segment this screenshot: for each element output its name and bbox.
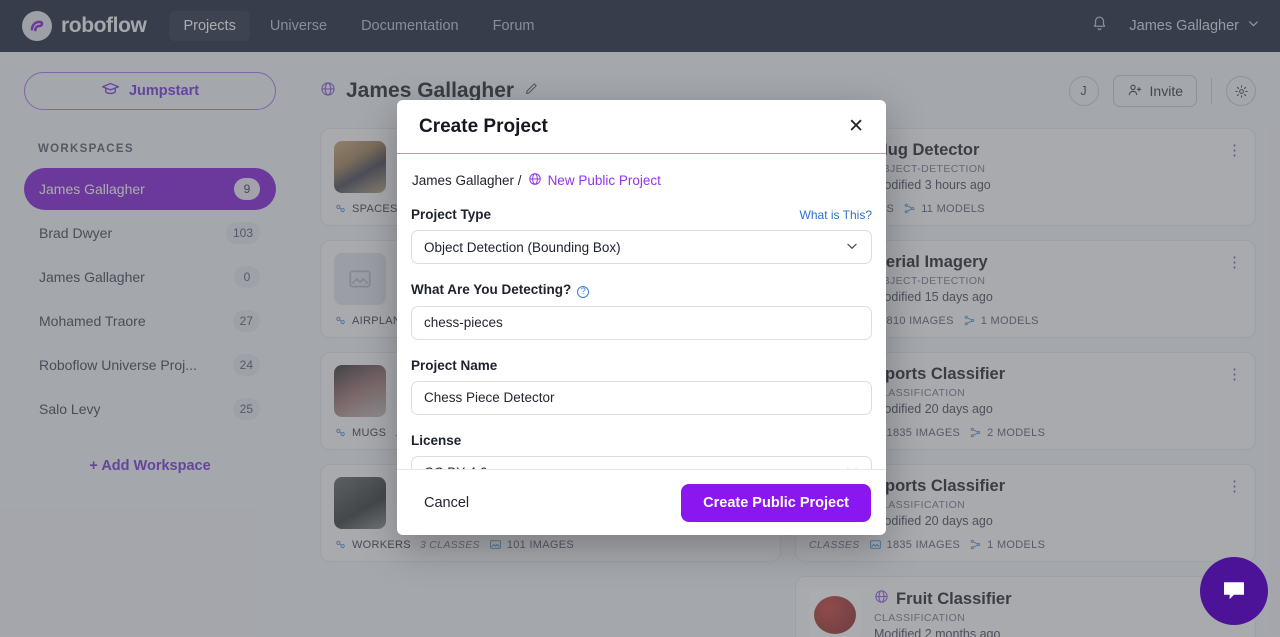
detecting-label-row: What Are You Detecting? ?	[411, 282, 872, 298]
question-circle-icon[interactable]: ?	[577, 285, 590, 298]
modal-footer: Cancel Create Public Project	[397, 469, 886, 535]
license-label: License	[411, 432, 462, 448]
breadcrumb-new-public-project[interactable]: New Public Project	[548, 173, 661, 188]
modal-title: Create Project	[419, 115, 548, 137]
project-type-label: Project Type	[411, 207, 492, 222]
project-type-select[interactable]: Object Detection (Bounding Box)	[411, 230, 872, 264]
detecting-input[interactable]	[411, 305, 872, 340]
close-icon[interactable]: ✕	[848, 117, 864, 136]
modal-body: James Gallagher / New Public Project Pro…	[397, 154, 886, 469]
project-name-label: Project Name	[411, 357, 498, 373]
project-name-input[interactable]	[411, 380, 872, 415]
detecting-label: What Are You Detecting?	[411, 282, 572, 297]
cancel-button[interactable]: Cancel	[412, 487, 481, 519]
breadcrumb-owner: James Gallagher /	[412, 173, 522, 188]
breadcrumb: James Gallagher / New Public Project	[411, 172, 872, 189]
license-select[interactable]: CC BY 4.0	[411, 455, 872, 469]
project-type-value: Object Detection (Bounding Box)	[424, 239, 621, 255]
project-name-label-row: Project Name	[411, 358, 872, 373]
app-root: roboflow Projects Universe Documentation…	[0, 0, 1280, 637]
globe-icon	[528, 172, 542, 189]
modal-header: Create Project ✕	[397, 100, 886, 154]
create-project-modal: Create Project ✕ James Gallagher / New P…	[397, 100, 886, 535]
chevron-down-icon	[845, 239, 859, 256]
project-type-label-row: Project Type What is This?	[411, 207, 872, 222]
chat-bubble-icon[interactable]	[1200, 557, 1268, 625]
what-is-this-link[interactable]: What is This?	[800, 208, 872, 222]
license-label-row: License	[411, 433, 872, 448]
create-public-project-button[interactable]: Create Public Project	[681, 483, 871, 522]
